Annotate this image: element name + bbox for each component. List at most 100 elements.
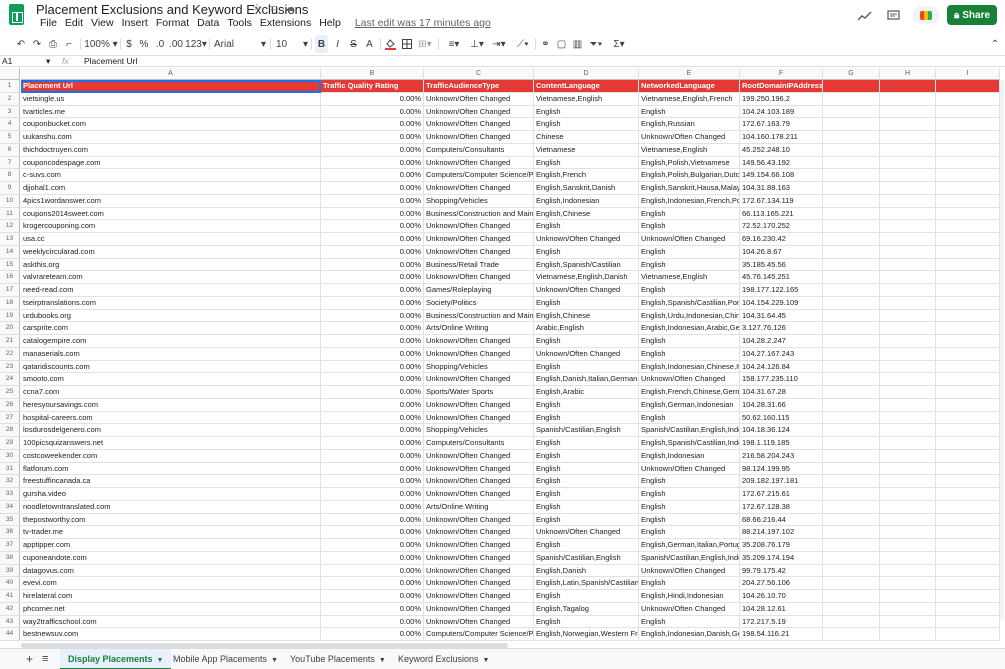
row-number[interactable]: 19 [0, 309, 20, 323]
table-cell[interactable]: 172.67.163.79 [740, 118, 823, 131]
table-cell[interactable]: Spanish/Castilian,English [534, 424, 639, 437]
table-cell[interactable] [823, 118, 880, 131]
table-cell[interactable]: 0.00% [321, 271, 424, 284]
table-cell[interactable]: 99.79.175.42 [740, 564, 823, 578]
table-cell[interactable] [823, 156, 880, 170]
table-cell[interactable]: Arabic,English [534, 322, 639, 335]
table-cell[interactable] [880, 169, 936, 182]
table-cell[interactable]: ccna7.com [21, 386, 321, 399]
header-cell[interactable] [880, 80, 936, 93]
table-cell[interactable]: 0.00% [321, 577, 424, 590]
row-number[interactable]: 10 [0, 194, 20, 208]
table-cell[interactable]: heresyoursavings.com [21, 398, 321, 412]
table-cell[interactable] [880, 513, 936, 527]
table-cell[interactable] [936, 271, 1000, 284]
row-number[interactable]: 13 [0, 233, 20, 246]
redo-icon[interactable]: ↷ [30, 35, 44, 53]
row-number[interactable]: 26 [0, 398, 20, 412]
insert-link-icon[interactable]: ⚭ [539, 35, 552, 53]
table-cell[interactable]: tv-trader.me [21, 526, 321, 539]
table-cell[interactable]: Unknown/Often Changed [424, 373, 534, 386]
row-number[interactable]: 27 [0, 411, 20, 425]
table-cell[interactable]: 216.58.204.243 [740, 449, 823, 463]
table-cell[interactable] [936, 220, 1000, 233]
table-cell[interactable]: English [534, 105, 639, 119]
explore-trend-icon[interactable] [856, 6, 874, 26]
table-cell[interactable]: Business/Retail Trade [424, 258, 534, 272]
meet-button[interactable] [913, 6, 939, 24]
table-cell[interactable]: askthis.org [21, 258, 321, 272]
table-cell[interactable]: 104.31.88.163 [740, 182, 823, 195]
table-cell[interactable]: Spanish/Castilian,English,Indo [639, 551, 740, 565]
table-cell[interactable]: English [534, 615, 639, 629]
table-cell[interactable]: Computers/Computer Science/Pr [424, 169, 534, 182]
table-cell[interactable]: English [534, 156, 639, 170]
table-cell[interactable]: 0.00% [321, 411, 424, 425]
font-size-select[interactable]: 10 ▾ [276, 35, 308, 53]
column-header-b[interactable]: B [321, 68, 424, 80]
row-number[interactable]: 25 [0, 386, 20, 399]
table-cell[interactable]: English [639, 488, 740, 501]
table-cell[interactable]: 0.00% [321, 488, 424, 501]
vertical-scrollbar[interactable] [1000, 80, 1004, 620]
table-cell[interactable]: English,Spanish/Castilian,Indo [639, 437, 740, 450]
table-cell[interactable]: Unknown/Often Changed [424, 551, 534, 565]
table-cell[interactable]: costcoweekender.com [21, 449, 321, 463]
table-cell[interactable] [823, 577, 880, 590]
table-cell[interactable]: krogercouponing.com [21, 220, 321, 233]
table-cell[interactable]: English [534, 488, 639, 501]
table-cell[interactable]: uukanshu.com [21, 131, 321, 144]
table-cell[interactable]: English [534, 245, 639, 259]
chevron-down-icon[interactable]: ▼ [157, 657, 164, 664]
table-cell[interactable] [936, 590, 1000, 603]
table-cell[interactable]: 100picsquizanswers.net [21, 437, 321, 450]
table-cell[interactable] [936, 437, 1000, 450]
table-cell[interactable]: couponcodespage.com [21, 156, 321, 170]
table-cell[interactable]: English,Norwegian,Western Fri [534, 628, 639, 641]
table-cell[interactable]: 172.217.5.19 [740, 615, 823, 629]
table-cell[interactable] [880, 105, 936, 119]
table-cell[interactable]: 104.26.10.70 [740, 590, 823, 603]
table-cell[interactable]: Vietnamese,English [534, 92, 639, 106]
decrease-decimal-button[interactable]: .0 [153, 35, 167, 53]
row-number[interactable]: 5 [0, 131, 20, 144]
table-cell[interactable] [936, 551, 1000, 565]
table-cell[interactable]: 0.00% [321, 207, 424, 221]
row-number[interactable]: 20 [0, 322, 20, 335]
table-cell[interactable]: weeklycircularad.com [21, 245, 321, 259]
table-cell[interactable]: Spanish/Castilian,English [534, 551, 639, 565]
table-cell[interactable]: Unknown/Often Changed [639, 602, 740, 616]
table-cell[interactable]: Vietnamese,English [639, 271, 740, 284]
table-cell[interactable]: English,Danish [534, 564, 639, 578]
table-cell[interactable]: English [534, 590, 639, 603]
table-cell[interactable]: English [534, 475, 639, 488]
table-cell[interactable] [936, 182, 1000, 195]
table-cell[interactable]: evevi.com [21, 577, 321, 590]
table-cell[interactable]: Unknown/Often Changed [639, 233, 740, 246]
row-number[interactable]: 37 [0, 539, 20, 552]
menu-format[interactable]: Format [152, 17, 193, 29]
table-cell[interactable]: Unknown/Often Changed [424, 182, 534, 195]
row-number[interactable]: 34 [0, 500, 20, 514]
table-cell[interactable] [880, 131, 936, 144]
table-cell[interactable]: Shopping/Vehicles [424, 194, 534, 208]
table-cell[interactable]: English [639, 500, 740, 514]
table-cell[interactable] [880, 488, 936, 501]
row-number[interactable]: 18 [0, 296, 20, 310]
name-box[interactable]: A1 ▾ [2, 56, 50, 66]
table-cell[interactable] [936, 500, 1000, 514]
row-number[interactable]: 35 [0, 513, 20, 527]
table-cell[interactable]: Unknown/Often Changed [424, 156, 534, 170]
table-cell[interactable]: Sports/Water Sports [424, 386, 534, 399]
all-sheets-icon[interactable]: ≡ [34, 649, 56, 669]
table-cell[interactable]: freestuffincanada.ca [21, 475, 321, 488]
table-cell[interactable] [936, 143, 1000, 157]
table-cell[interactable]: 35.208.76.179 [740, 539, 823, 552]
table-cell[interactable]: English,Polish,Bulgarian,Dutch [639, 169, 740, 182]
table-cell[interactable]: tvarticles.me [21, 105, 321, 119]
table-cell[interactable]: 88.214.197.102 [740, 526, 823, 539]
table-cell[interactable] [823, 194, 880, 208]
table-cell[interactable]: Unknown/Often Changed [424, 398, 534, 412]
table-cell[interactable]: Unknown/Often Changed [639, 373, 740, 386]
table-cell[interactable] [936, 284, 1000, 297]
